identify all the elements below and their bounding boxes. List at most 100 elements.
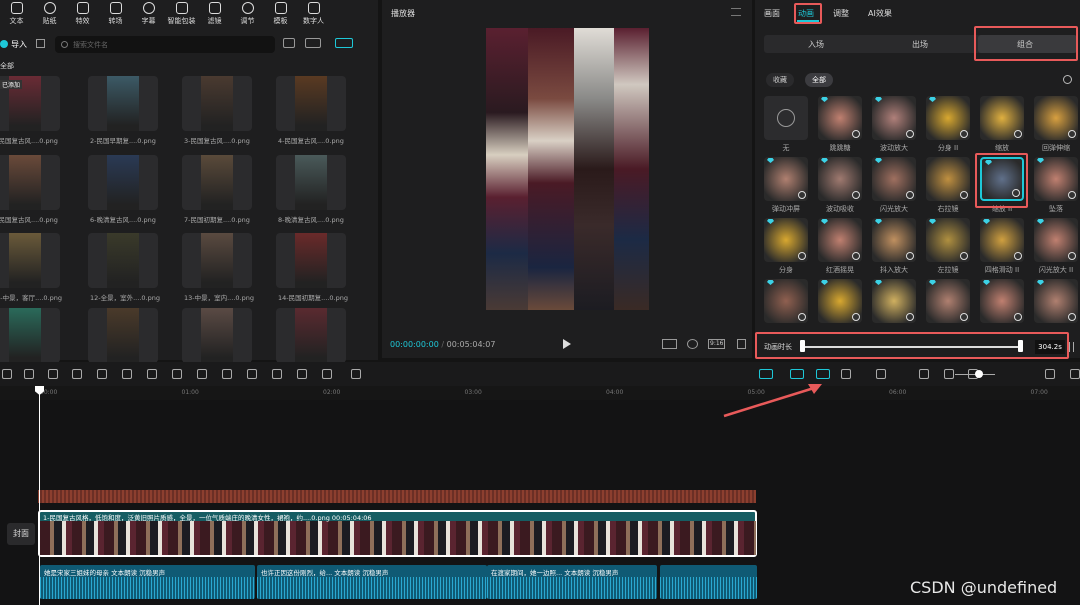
- timeline-tool-icon-6[interactable]: [147, 369, 157, 379]
- timeline-tool-icon-0[interactable]: [2, 369, 12, 379]
- animation-item[interactable]: [872, 218, 916, 262]
- cover-button[interactable]: 封面: [7, 523, 35, 545]
- animation-item[interactable]: [1034, 96, 1078, 140]
- timeline-tool-icon-18[interactable]: [841, 369, 851, 379]
- chip-1[interactable]: 全部: [805, 73, 833, 87]
- timeline-ruler[interactable]: [0, 386, 1080, 400]
- animation-item[interactable]: [872, 157, 916, 201]
- toolbar-item-9[interactable]: 数字人: [297, 2, 330, 26]
- toolbar-item-7[interactable]: 调节: [231, 2, 264, 26]
- audio-clip[interactable]: 在渡家期间，她一边照... 文本朗读 沉稳男声: [487, 565, 657, 599]
- animation-item[interactable]: [980, 279, 1024, 323]
- slider-end-knob[interactable]: [1018, 340, 1023, 352]
- media-thumb[interactable]: [0, 308, 60, 363]
- animation-item[interactable]: [926, 96, 970, 140]
- media-thumb[interactable]: [88, 308, 158, 363]
- media-thumb[interactable]: [88, 155, 158, 210]
- media-thumb[interactable]: [0, 233, 60, 288]
- timeline-tool-icon-2[interactable]: [48, 369, 58, 379]
- animation-item[interactable]: [818, 279, 862, 323]
- timeline-tool-icon-24[interactable]: [1070, 369, 1080, 379]
- animation-item[interactable]: [818, 96, 862, 140]
- timeline-tool-icon-4[interactable]: [97, 369, 107, 379]
- view-toggle-icon[interactable]: [283, 38, 295, 48]
- media-thumb[interactable]: [182, 308, 252, 363]
- media-thumb[interactable]: [276, 76, 346, 131]
- animation-item[interactable]: [764, 96, 808, 140]
- media-thumb[interactable]: [276, 233, 346, 288]
- timeline-tool-icon-13[interactable]: [322, 369, 332, 379]
- timeline-tool-icon-9[interactable]: [222, 369, 232, 379]
- animation-item[interactable]: [764, 279, 808, 323]
- timeline-tool-icon-10[interactable]: [247, 369, 257, 379]
- timeline-tool-icon-11[interactable]: [272, 369, 282, 379]
- toolbar-item-3[interactable]: 转场: [99, 2, 132, 26]
- toolbar-item-2[interactable]: 特效: [66, 2, 99, 26]
- quality-icon[interactable]: [662, 339, 677, 349]
- media-thumb[interactable]: [88, 76, 158, 131]
- toolbar-item-1[interactable]: 贴纸: [33, 2, 66, 26]
- toolbar-item-6[interactable]: 滤镜: [198, 2, 231, 26]
- duration-input[interactable]: 304.2s: [1035, 340, 1065, 354]
- animation-item[interactable]: [872, 279, 916, 323]
- media-thumb[interactable]: [182, 233, 252, 288]
- beat-track[interactable]: [38, 490, 756, 503]
- animation-item[interactable]: [1034, 218, 1078, 262]
- audio-clip[interactable]: [660, 565, 757, 599]
- animation-item[interactable]: [872, 96, 916, 140]
- animation-item[interactable]: [1034, 279, 1078, 323]
- playhead[interactable]: [39, 386, 40, 605]
- tab-3[interactable]: AI效果: [868, 8, 892, 19]
- timeline-tool-icon-1[interactable]: [24, 369, 34, 379]
- zoom-knob[interactable]: [975, 370, 983, 378]
- filter-icon[interactable]: [335, 38, 353, 48]
- timeline-tool-icon-12[interactable]: [297, 369, 307, 379]
- grid-icon[interactable]: [36, 39, 45, 48]
- toolbar-item-0[interactable]: 文本: [0, 2, 33, 26]
- animation-item[interactable]: [980, 96, 1024, 140]
- animation-item[interactable]: [764, 218, 808, 262]
- search-input[interactable]: 搜索文件名: [55, 36, 275, 53]
- toolbar-item-4[interactable]: 字幕: [132, 2, 165, 26]
- toolbar-item-8[interactable]: 模板: [264, 2, 297, 26]
- timeline-tool-icon-5[interactable]: [122, 369, 132, 379]
- animation-item[interactable]: [926, 157, 970, 201]
- toolbar-item-5[interactable]: 智能包装: [165, 2, 198, 26]
- sort-icon[interactable]: [305, 38, 321, 48]
- animation-item[interactable]: [1034, 157, 1078, 201]
- timeline-tool-icon-7[interactable]: [172, 369, 182, 379]
- stepper-icon[interactable]: [1069, 342, 1074, 352]
- audio-clip[interactable]: 她是宋家三姐妹的母亲 文本朗读 沉稳男声: [40, 565, 255, 599]
- timeline-tool-icon-20[interactable]: [919, 369, 929, 379]
- tab-2[interactable]: 调整: [833, 8, 849, 19]
- media-thumb[interactable]: [0, 155, 60, 210]
- animation-item[interactable]: [980, 218, 1024, 262]
- fullscreen-icon[interactable]: [737, 339, 746, 349]
- subtab-1[interactable]: 出场: [912, 39, 928, 50]
- timeline-tool-icon-19[interactable]: [876, 369, 886, 379]
- media-thumb[interactable]: [88, 233, 158, 288]
- media-thumb[interactable]: [276, 308, 346, 363]
- timeline-tool-icon-23[interactable]: [1045, 369, 1055, 379]
- media-thumb[interactable]: [182, 76, 252, 131]
- subtab-0[interactable]: 入场: [808, 39, 824, 50]
- duration-slider[interactable]: [801, 346, 1021, 348]
- menu-icon[interactable]: [731, 8, 741, 16]
- search-icon[interactable]: [1063, 75, 1072, 84]
- animation-item[interactable]: [818, 218, 862, 262]
- animation-item[interactable]: [764, 157, 808, 201]
- timeline-tool-icon-8[interactable]: [197, 369, 207, 379]
- media-thumb[interactable]: [182, 155, 252, 210]
- crop-icon[interactable]: [687, 339, 698, 349]
- play-icon[interactable]: [563, 339, 571, 349]
- tab-0[interactable]: 画面: [764, 8, 780, 19]
- animation-item[interactable]: [818, 157, 862, 201]
- chip-0[interactable]: 收藏: [766, 73, 794, 87]
- timeline-tool-icon-3[interactable]: [72, 369, 82, 379]
- animation-item[interactable]: [926, 218, 970, 262]
- media-thumb[interactable]: [276, 155, 346, 210]
- slider-start-knob[interactable]: [800, 340, 805, 352]
- timeline-tool-icon-14[interactable]: [351, 369, 361, 379]
- audio-clip[interactable]: 也许正因这份刚烈，给... 文本朗读 沉稳男声: [257, 565, 487, 599]
- timeline-tool-icon-21[interactable]: [944, 369, 954, 379]
